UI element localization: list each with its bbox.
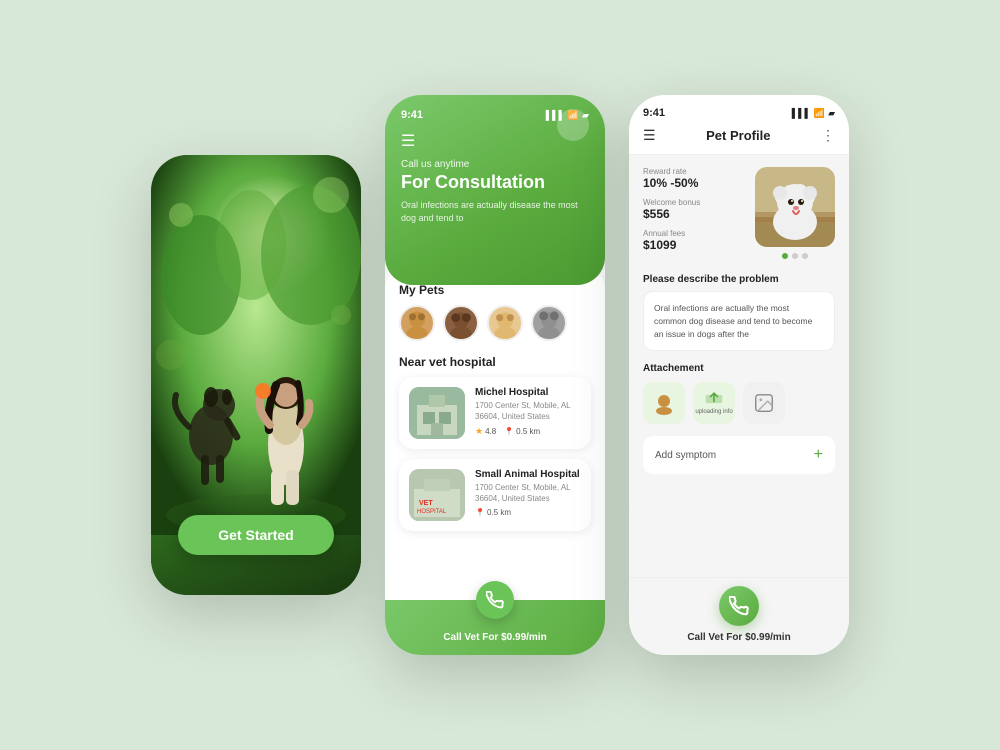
- profile-signal-icon: ▌▌▌: [792, 108, 811, 118]
- header-title: For Consultation: [401, 172, 589, 193]
- profile-status-bar: 9:41 ▌▌▌ 📶 ▰: [643, 107, 835, 119]
- add-symptom-text: Add symptom: [655, 450, 716, 461]
- pet-photo: [755, 167, 835, 247]
- home-time: 9:41: [401, 109, 423, 121]
- annual-fees-stat: Annual fees $1099: [643, 229, 743, 252]
- pet-avatar-2[interactable]: [443, 305, 479, 341]
- profile-more-button[interactable]: ⋮: [821, 127, 835, 144]
- my-pets-title: My Pets: [399, 283, 591, 297]
- star-icon: ★: [475, 426, 483, 437]
- get-started-button[interactable]: Get Started: [178, 515, 333, 555]
- reward-rate-stat: Reward rate 10% -50%: [643, 167, 743, 190]
- profile-title: Pet Profile: [656, 128, 821, 143]
- welcome-bonus-stat: Welcome bonus $556: [643, 198, 743, 221]
- home-footer: Call Vet For $0.99/min: [385, 600, 605, 655]
- upload-label: uploading info: [695, 409, 732, 415]
- profile-header: 9:41 ▌▌▌ 📶 ▰ ☰ Pet Profile ⋮: [629, 95, 849, 155]
- profile-body: Reward rate 10% -50% Welcome bonus $556 …: [629, 155, 849, 577]
- hospital-2-info: Small Animal Hospital 1700 Center St, Mo…: [475, 469, 581, 517]
- photo-dot-2[interactable]: [792, 253, 798, 259]
- annual-fees-label: Annual fees: [643, 229, 743, 238]
- profile-time: 9:41: [643, 107, 665, 119]
- svg-text:HOSPITAL: HOSPITAL: [417, 509, 447, 515]
- attachment-section: Attachement uploading info: [643, 363, 835, 424]
- pet-photo-container: [755, 167, 835, 260]
- splash-screen: Get Started: [151, 155, 361, 595]
- home-body: My Pets Near vet hospital: [385, 269, 605, 600]
- hospital-1-info: Michel Hospital 1700 Center St, Mobile, …: [475, 387, 581, 437]
- welcome-bonus-value: $556: [643, 207, 743, 221]
- pets-row: [399, 305, 591, 341]
- profile-title-row: ☰ Pet Profile ⋮: [643, 127, 835, 144]
- annual-fees-value: $1099: [643, 238, 743, 252]
- near-vet-title: Near vet hospital: [399, 355, 591, 369]
- profile-footer: Call Vet For $0.99/min: [629, 577, 849, 655]
- home-screen: 9:41 ▌▌▌ 📶 ▰ ☰ Call us anytime For Consu…: [385, 95, 605, 655]
- attachment-gallery[interactable]: [743, 382, 785, 424]
- photo-dot-1[interactable]: [782, 253, 788, 259]
- hospital-1-distance: 📍 0.5 km: [504, 427, 540, 436]
- profile-screen: 9:41 ▌▌▌ 📶 ▰ ☰ Pet Profile ⋮ Reward rate: [629, 95, 849, 655]
- header-subtitle: Call us anytime: [401, 159, 589, 170]
- header-description: Oral infections are actually disease the…: [401, 199, 589, 224]
- problem-title: Please describe the problem: [643, 274, 835, 285]
- hospital-2-image: VET HOSPITAL: [409, 469, 465, 521]
- profile-call-cta: Call Vet For $0.99/min: [687, 632, 790, 643]
- header-decoration: [557, 109, 589, 141]
- hospital-1-meta: ★ 4.8 📍 0.5 km: [475, 426, 581, 437]
- pet-avatar-4[interactable]: [531, 305, 567, 341]
- hospital-2-meta: 📍 0.5 km: [475, 508, 581, 517]
- welcome-bonus-label: Welcome bonus: [643, 198, 743, 207]
- hospital-1-address: 1700 Center St, Mobile, AL 36604, United…: [475, 400, 581, 422]
- hospital-2-distance: 📍 0.5 km: [475, 508, 511, 517]
- profile-wifi-icon: 📶: [814, 108, 825, 119]
- hospital-1-rating: ★ 4.8: [475, 426, 496, 437]
- profile-menu-button[interactable]: ☰: [643, 127, 656, 144]
- profile-battery-icon: ▰: [828, 108, 835, 119]
- screens-container: Get Started 9:41 ▌▌▌ 📶 ▰ ☰ Call us anyti…: [111, 55, 889, 695]
- reward-rate-label: Reward rate: [643, 167, 743, 176]
- problem-input[interactable]: Oral infections are actually the most co…: [643, 291, 835, 351]
- attachment-items: uploading info: [643, 382, 835, 424]
- hospital-2-address: 1700 Center St, Mobile, AL 36604, United…: [475, 482, 581, 504]
- profile-stats: Reward rate 10% -50% Welcome bonus $556 …: [643, 167, 743, 260]
- profile-top-section: Reward rate 10% -50% Welcome bonus $556 …: [643, 167, 835, 260]
- add-symptom-plus-icon: +: [814, 446, 823, 464]
- attachment-title: Attachement: [643, 363, 835, 374]
- pet-avatar-1[interactable]: [399, 305, 435, 341]
- add-symptom-row[interactable]: Add symptom +: [643, 436, 835, 474]
- location-icon-2: 📍: [475, 508, 485, 517]
- hospital-card-2[interactable]: VET HOSPITAL Small Animal Hospital 1700 C…: [399, 459, 591, 531]
- hospital-1-name: Michel Hospital: [475, 387, 581, 398]
- pet-avatar-3[interactable]: [487, 305, 523, 341]
- splash-cta-area: Get Started: [151, 515, 361, 555]
- attachment-dog-photo[interactable]: [643, 382, 685, 424]
- profile-status-icons: ▌▌▌ 📶 ▰: [792, 107, 835, 119]
- call-cta-text: Call Vet For $0.99/min: [443, 632, 546, 643]
- splash-illustration: [151, 155, 361, 535]
- call-fab-button[interactable]: [476, 581, 514, 619]
- reward-rate-value: 10% -50%: [643, 176, 743, 190]
- home-header: 9:41 ▌▌▌ 📶 ▰ ☰ Call us anytime For Consu…: [385, 95, 605, 285]
- hospital-1-image: [409, 387, 465, 439]
- problem-section: Please describe the problem Oral infecti…: [643, 274, 835, 351]
- hospital-card-1[interactable]: Michel Hospital 1700 Center St, Mobile, …: [399, 377, 591, 449]
- svg-text:VET: VET: [419, 500, 433, 507]
- location-icon: 📍: [504, 427, 514, 436]
- attachment-upload[interactable]: uploading info: [693, 382, 735, 424]
- photo-dots: [755, 253, 835, 259]
- profile-call-button[interactable]: [719, 586, 759, 626]
- photo-dot-3[interactable]: [802, 253, 808, 259]
- hospital-2-name: Small Animal Hospital: [475, 469, 581, 480]
